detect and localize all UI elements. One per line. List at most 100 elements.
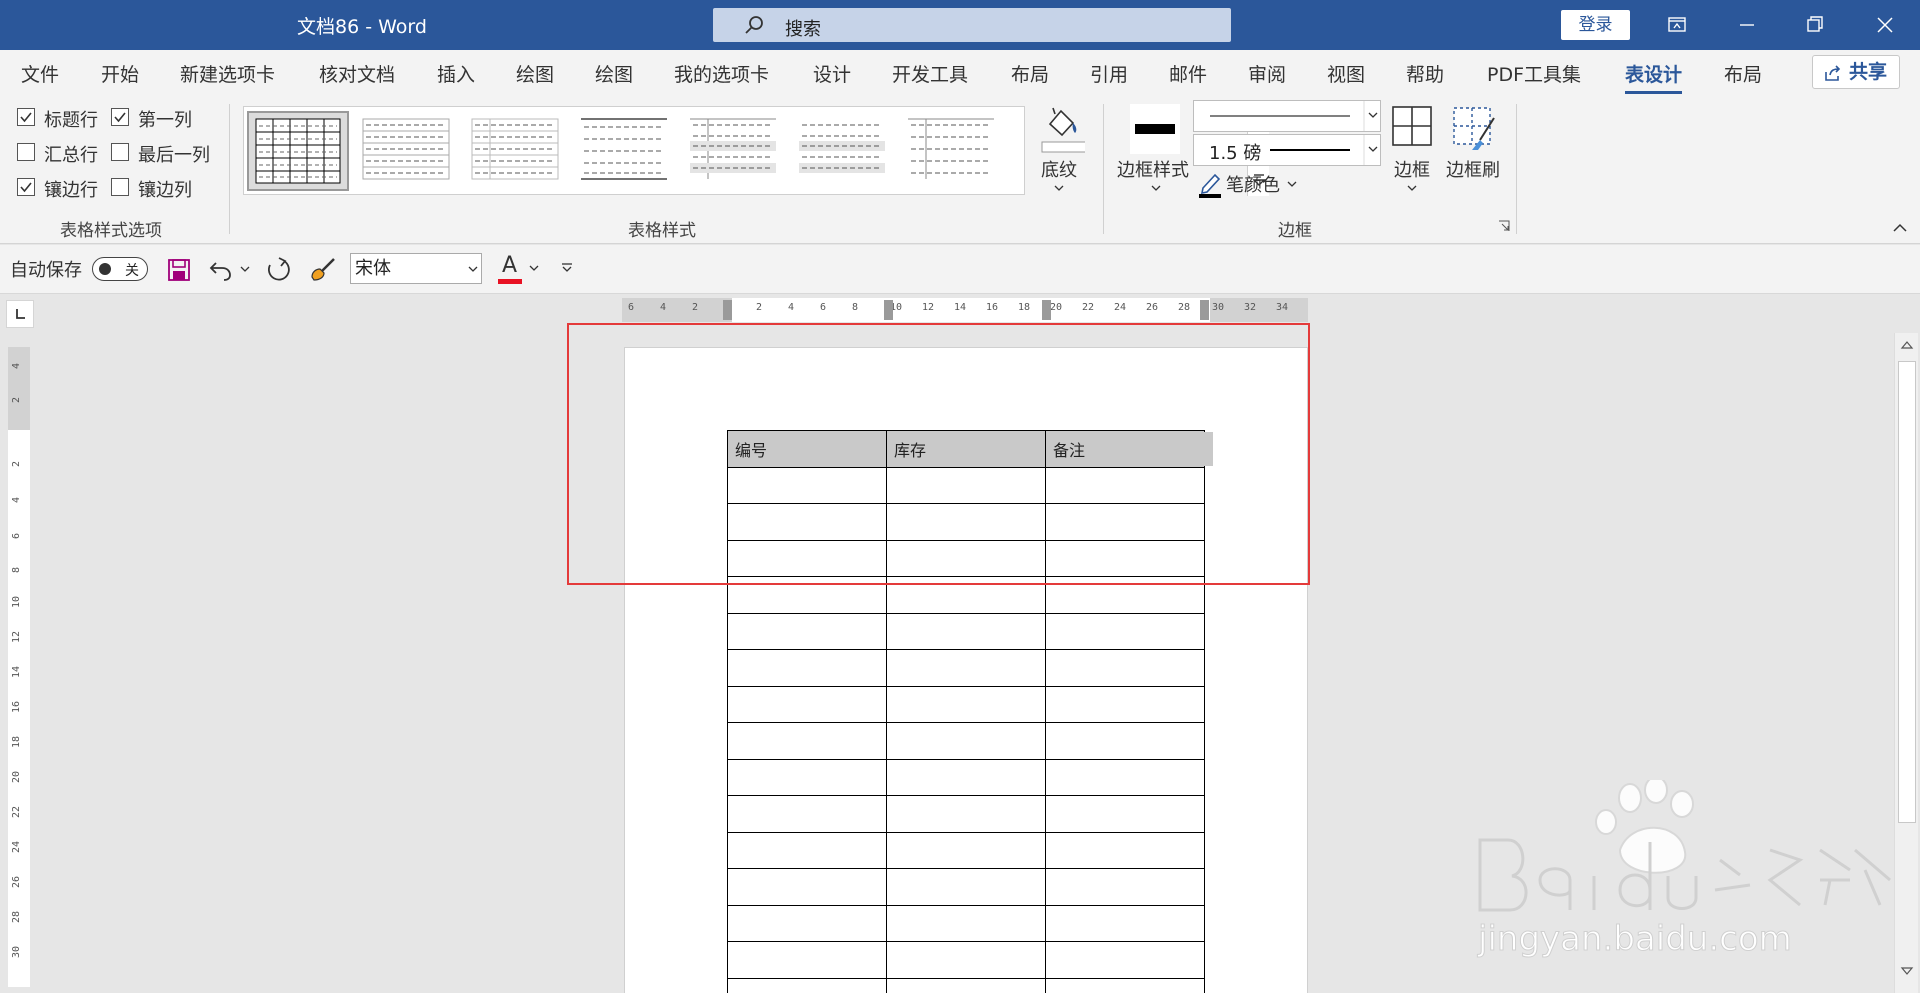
table-style-grid[interactable] — [247, 111, 349, 191]
tab-mailings[interactable]: 邮件 — [1169, 60, 1207, 87]
tab-view[interactable]: 视图 — [1327, 60, 1365, 87]
table-row[interactable] — [727, 685, 1205, 723]
table-cell[interactable] — [1045, 977, 1205, 993]
table-cell[interactable] — [886, 758, 1046, 796]
table-row[interactable] — [727, 612, 1205, 650]
table-column-marker[interactable] — [1200, 300, 1209, 320]
close-icon[interactable] — [1870, 10, 1900, 40]
table-cell[interactable] — [727, 795, 887, 833]
tab-help[interactable]: 帮助 — [1406, 60, 1444, 87]
table-row[interactable] — [727, 831, 1205, 869]
table-cell[interactable] — [727, 941, 887, 979]
table-cell[interactable] — [886, 649, 1046, 687]
table-style-plain-4[interactable] — [902, 111, 1004, 191]
font-select[interactable]: 宋体 — [350, 253, 482, 284]
scroll-down-icon[interactable] — [1899, 965, 1915, 977]
tab-file[interactable]: 文件 — [21, 60, 59, 87]
collapse-ribbon-icon[interactable] — [1892, 222, 1908, 234]
table-cell[interactable] — [1045, 904, 1205, 942]
tab-review[interactable]: 审阅 — [1248, 60, 1286, 87]
login-button[interactable]: 登录 — [1561, 10, 1630, 40]
tab-home[interactable]: 开始 — [101, 60, 139, 87]
table-cell[interactable] — [886, 977, 1046, 993]
table-cell[interactable] — [886, 722, 1046, 760]
line-style-dropdown[interactable] — [1193, 100, 1381, 132]
table-column-marker[interactable] — [884, 300, 893, 320]
table-cell[interactable] — [727, 722, 887, 760]
vertical-ruler[interactable]: 4 2 2 4 6 8 10 12 14 16 18 20 22 24 26 2… — [8, 347, 30, 987]
customize-toolbar-icon[interactable] — [560, 261, 574, 275]
redo-icon[interactable] — [264, 255, 292, 285]
table-cell[interactable] — [1045, 612, 1205, 650]
table-cell[interactable] — [727, 904, 887, 942]
table-cell[interactable] — [886, 868, 1046, 906]
table-row[interactable] — [727, 904, 1205, 942]
table-cell[interactable] — [727, 831, 887, 869]
tab-draw-2[interactable]: 绘图 — [595, 60, 633, 87]
border-painter-button[interactable] — [1450, 104, 1500, 154]
pen-color-button[interactable]: 笔颜色 — [1198, 170, 1308, 198]
tab-table-design[interactable]: 表设计 — [1625, 60, 1683, 94]
format-painter-icon[interactable] — [308, 255, 338, 283]
table-column-marker[interactable] — [1042, 300, 1051, 320]
table-style-grid-2[interactable] — [466, 111, 568, 191]
table-cell[interactable] — [1045, 795, 1205, 833]
table-cell[interactable] — [886, 685, 1046, 723]
tab-insert[interactable]: 插入 — [437, 60, 475, 87]
chevron-down-icon[interactable] — [528, 264, 540, 272]
tab-new-tab[interactable]: 新建选项卡 — [180, 60, 275, 87]
table-cell[interactable] — [886, 904, 1046, 942]
table-cell[interactable] — [727, 868, 887, 906]
table-cell[interactable] — [727, 612, 887, 650]
table-cell[interactable] — [1045, 685, 1205, 723]
table-cell[interactable] — [727, 758, 887, 796]
autosave-toggle[interactable]: 关 — [92, 257, 148, 281]
table-cell[interactable] — [1045, 868, 1205, 906]
horizontal-ruler[interactable]: 6 4 2 2 4 6 8 10 12 14 16 18 20 22 24 26… — [622, 298, 1308, 322]
table-cell[interactable] — [727, 649, 887, 687]
tab-table-layout[interactable]: 布局 — [1724, 60, 1762, 87]
table-cell[interactable] — [727, 685, 887, 723]
tab-my-tab[interactable]: 我的选项卡 — [674, 60, 769, 87]
table-style-plain-3[interactable] — [793, 111, 895, 191]
table-cell[interactable] — [1045, 649, 1205, 687]
restore-icon[interactable] — [1800, 10, 1830, 40]
table-row[interactable] — [727, 758, 1205, 796]
line-weight-dropdown[interactable]: 1.5 磅 — [1193, 134, 1381, 166]
table-style-plain-1[interactable] — [575, 111, 677, 191]
table-row[interactable] — [727, 868, 1205, 906]
scroll-up-icon[interactable] — [1899, 339, 1915, 351]
table-row[interactable] — [727, 795, 1205, 833]
tab-check-doc[interactable]: 核对文档 — [319, 60, 395, 87]
tab-pdf-tools[interactable]: PDF工具集 — [1487, 60, 1581, 87]
table-cell[interactable] — [886, 941, 1046, 979]
borders-button[interactable] — [1390, 104, 1434, 150]
table-row[interactable] — [727, 722, 1205, 760]
search-box[interactable]: 搜索 — [713, 8, 1231, 42]
border-styles-button[interactable] — [1130, 104, 1180, 154]
undo-icon[interactable] — [208, 257, 238, 283]
tab-references[interactable]: 引用 — [1090, 60, 1128, 87]
minimize-icon[interactable] — [1732, 10, 1762, 40]
table-style-plain-2[interactable] — [684, 111, 786, 191]
table-cell[interactable] — [1045, 831, 1205, 869]
tab-layout[interactable]: 布局 — [1011, 60, 1049, 87]
table-row[interactable] — [727, 977, 1205, 993]
table-style-light-grid[interactable] — [357, 111, 459, 191]
tab-selector[interactable] — [6, 300, 34, 328]
table-cell[interactable] — [886, 831, 1046, 869]
dialog-launcher-icon[interactable] — [1498, 220, 1510, 232]
undo-dropdown-icon[interactable] — [240, 265, 250, 273]
save-icon[interactable] — [166, 257, 192, 283]
table-row[interactable] — [727, 941, 1205, 979]
table-column-marker[interactable] — [723, 300, 732, 320]
table-cell[interactable] — [727, 977, 887, 993]
table-cell[interactable] — [1045, 758, 1205, 796]
table-cell[interactable] — [1045, 722, 1205, 760]
tab-draw-1[interactable]: 绘图 — [516, 60, 554, 87]
scrollbar-thumb[interactable] — [1898, 361, 1916, 823]
tab-developer[interactable]: 开发工具 — [892, 60, 968, 87]
table-cell[interactable] — [886, 795, 1046, 833]
shading-button[interactable] — [1035, 102, 1087, 162]
tab-design[interactable]: 设计 — [813, 60, 851, 87]
